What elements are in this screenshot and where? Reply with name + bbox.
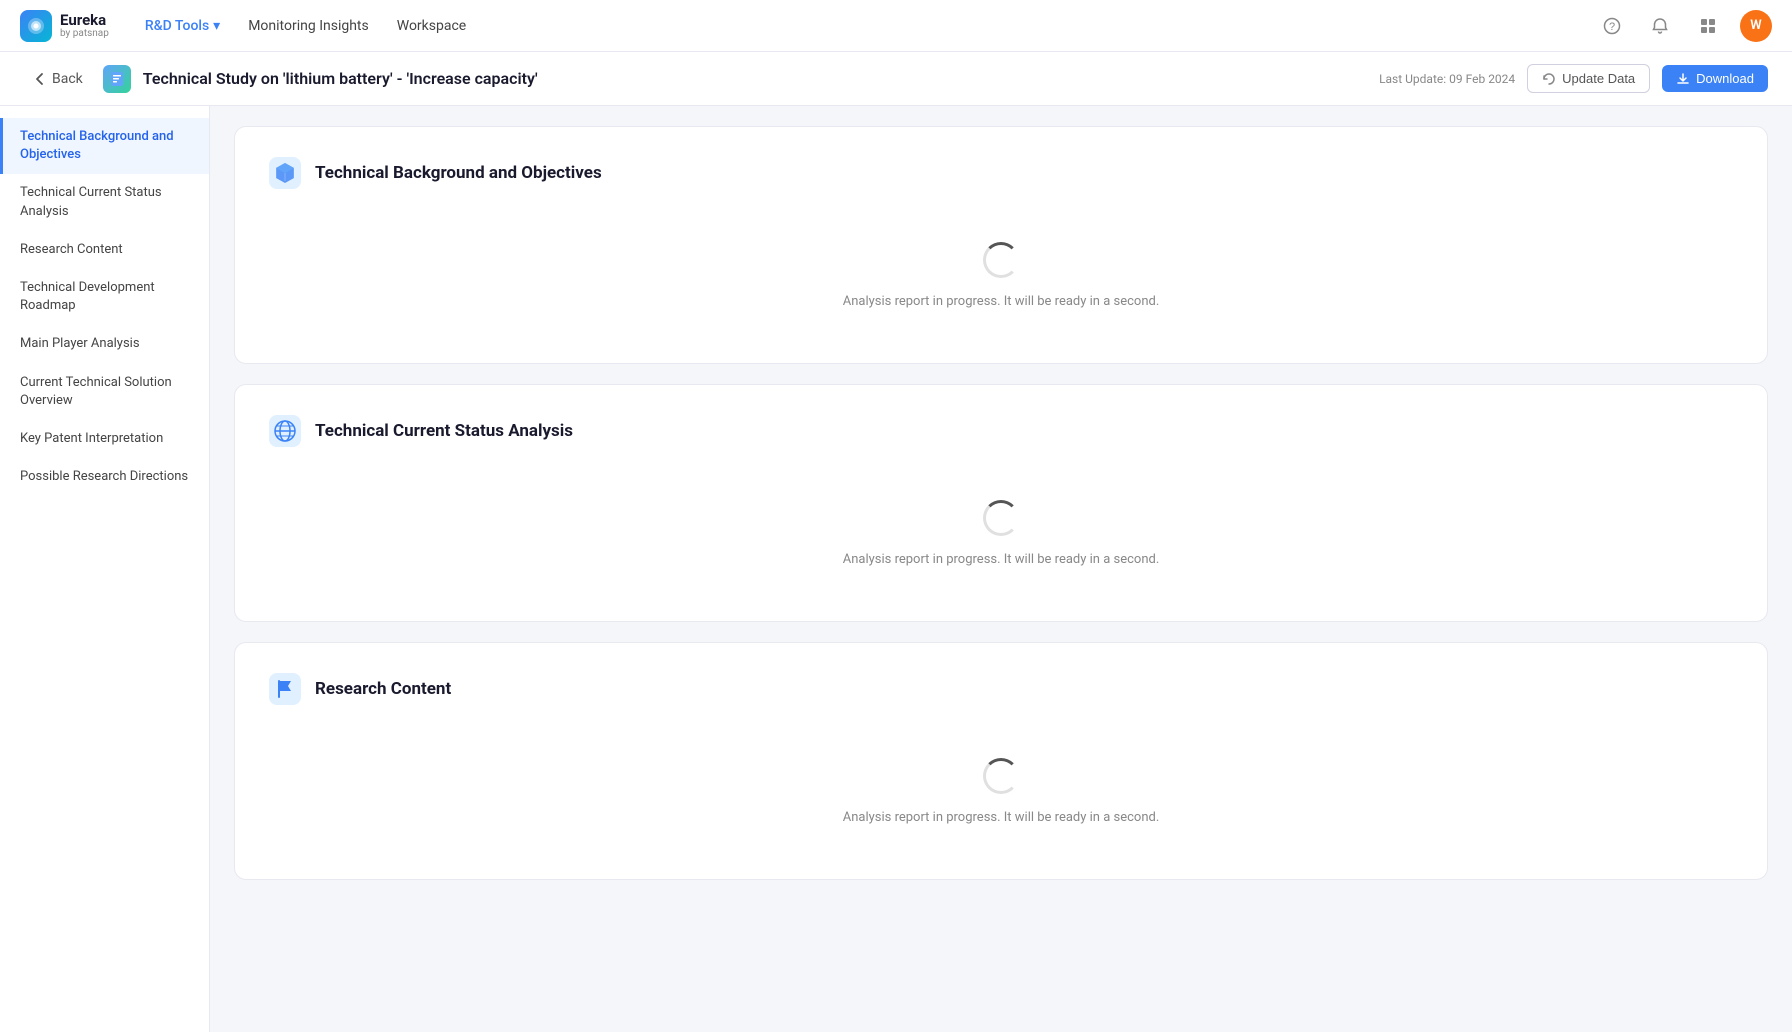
back-label: Back	[52, 71, 83, 87]
user-avatar[interactable]: W	[1740, 10, 1772, 42]
section-loading-2: Analysis report in progress. It will be …	[267, 473, 1735, 593]
sidebar-item-research-content[interactable]: Research Content	[0, 231, 209, 269]
section-title-2: Technical Current Status Analysis	[315, 421, 573, 441]
download-button[interactable]: Download	[1662, 65, 1768, 92]
nav-rd-tools-label: R&D Tools	[145, 18, 209, 34]
nav-monitoring-insights[interactable]: Monitoring Insights	[236, 12, 381, 40]
main-area: Technical Background and Objectives Tech…	[0, 106, 1792, 1032]
sidebar-item-current-technical-solution[interactable]: Current Technical Solution Overview	[0, 364, 209, 420]
loading-spinner-2	[983, 500, 1019, 536]
section-header-2: Technical Current Status Analysis	[267, 413, 1735, 449]
section-title-3: Research Content	[315, 679, 451, 699]
logo-icon	[20, 10, 52, 42]
loading-spinner-3	[983, 758, 1019, 794]
nav-right: ? W	[1596, 10, 1772, 42]
loading-text-3: Analysis report in progress. It will be …	[843, 810, 1160, 825]
nav-rd-tools[interactable]: R&D Tools ▾	[133, 12, 232, 40]
page-header-right: Last Update: 09 Feb 2024 Update Data Dow…	[1379, 64, 1768, 93]
sidebar-item-main-player-analysis[interactable]: Main Player Analysis	[0, 325, 209, 363]
page-container: Back Technical Study on 'lithium battery…	[0, 52, 1792, 1032]
sidebar-item-technical-current-status[interactable]: Technical Current Status Analysis	[0, 174, 209, 230]
update-data-label: Update Data	[1562, 71, 1635, 86]
section-loading-3: Analysis report in progress. It will be …	[267, 731, 1735, 851]
page-header: Back Technical Study on 'lithium battery…	[0, 52, 1792, 106]
sidebar-item-possible-research-directions[interactable]: Possible Research Directions	[0, 458, 209, 496]
loading-text-2: Analysis report in progress. It will be …	[843, 552, 1160, 567]
sidebar-item-technical-development-roadmap[interactable]: Technical Development Roadmap	[0, 269, 209, 325]
sidebar: Technical Background and Objectives Tech…	[0, 106, 210, 1032]
grid-menu-button[interactable]	[1692, 10, 1724, 42]
section-technical-background: Technical Background and Objectives Anal…	[234, 126, 1768, 364]
chevron-down-icon: ▾	[213, 18, 220, 34]
section-header-3: Research Content	[267, 671, 1735, 707]
document-icon	[103, 65, 131, 93]
cube-icon	[267, 155, 303, 191]
logo-title: Eureka	[60, 12, 109, 29]
back-button[interactable]: Back	[24, 67, 91, 91]
loading-text-1: Analysis report in progress. It will be …	[843, 294, 1160, 309]
flag-icon	[267, 671, 303, 707]
page-title: Technical Study on 'lithium battery' - '…	[143, 69, 538, 88]
nav-monitoring-label: Monitoring Insights	[248, 18, 369, 34]
logo-text: Eureka by patsnap	[60, 12, 109, 40]
section-research-content: Research Content Analysis report in prog…	[234, 642, 1768, 880]
top-navigation: Eureka by patsnap R&D Tools ▾ Monitoring…	[0, 0, 1792, 52]
svg-text:?: ?	[1609, 21, 1615, 33]
notifications-button[interactable]	[1644, 10, 1676, 42]
last-update-label: Last Update: 09 Feb 2024	[1379, 72, 1515, 86]
logo-sub: by patsnap	[60, 28, 109, 39]
section-title-1: Technical Background and Objectives	[315, 163, 602, 183]
nav-items: R&D Tools ▾ Monitoring Insights Workspac…	[133, 12, 478, 40]
section-loading-1: Analysis report in progress. It will be …	[267, 215, 1735, 335]
loading-spinner-1	[983, 242, 1019, 278]
help-button[interactable]: ?	[1596, 10, 1628, 42]
section-technical-current-status: Technical Current Status Analysis Analys…	[234, 384, 1768, 622]
download-label: Download	[1696, 71, 1754, 86]
section-header-1: Technical Background and Objectives	[267, 155, 1735, 191]
content-area: Technical Background and Objectives Anal…	[210, 106, 1792, 1032]
nav-workspace-label: Workspace	[397, 18, 467, 34]
page-header-left: Back Technical Study on 'lithium battery…	[24, 65, 538, 93]
globe-icon	[267, 413, 303, 449]
sidebar-item-key-patent-interpretation[interactable]: Key Patent Interpretation	[0, 420, 209, 458]
sidebar-item-technical-background[interactable]: Technical Background and Objectives	[0, 118, 209, 174]
nav-workspace[interactable]: Workspace	[385, 12, 479, 40]
update-data-button[interactable]: Update Data	[1527, 64, 1650, 93]
logo-area[interactable]: Eureka by patsnap	[20, 10, 109, 42]
